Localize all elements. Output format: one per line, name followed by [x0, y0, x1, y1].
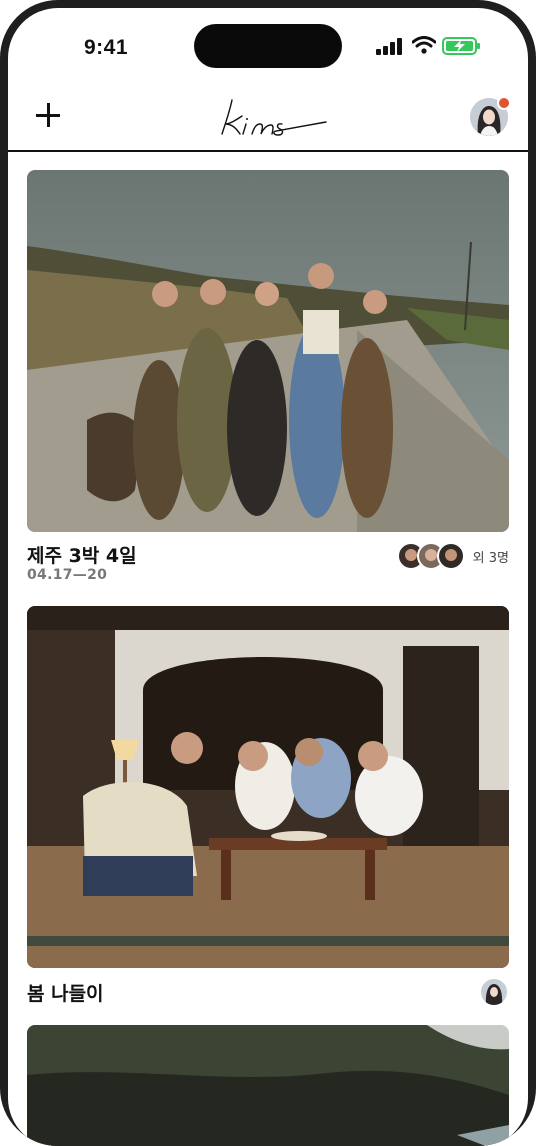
cellular-signal-icon	[376, 38, 402, 55]
album-dates: 04.17—20	[27, 567, 108, 583]
album-card[interactable]: 봄 나들이	[27, 606, 509, 1007]
album-photo-road-group	[27, 170, 509, 532]
battery-charging-icon	[442, 37, 480, 55]
album-photo-coastline	[27, 1025, 509, 1146]
album-members[interactable]: 외 3명	[396, 542, 509, 570]
album-card[interactable]: 제주 3박 4일 04.17—20 외 3명	[27, 170, 509, 583]
album-photo[interactable]	[27, 1025, 509, 1146]
members-more-count: 외 3명	[472, 550, 509, 566]
notification-dot	[497, 96, 511, 110]
member-avatar-3	[436, 542, 465, 570]
profile-button[interactable]	[470, 96, 511, 138]
app-screen: 9:41 kins	[8, 8, 528, 1146]
add-album-button[interactable]	[34, 101, 62, 129]
album-title: 제주 3박 4일	[27, 545, 137, 567]
device-frame: 9:41 kins	[0, 0, 536, 1146]
album-photo[interactable]	[27, 606, 509, 968]
album-title: 봄 나들이	[27, 983, 104, 1005]
status-time: 9:41	[84, 36, 129, 59]
dynamic-island	[194, 24, 342, 68]
member-avatar	[479, 977, 509, 1007]
wifi-icon	[412, 36, 436, 54]
album-feed: 제주 3박 4일 04.17—20 외 3명 봄 나들이	[8, 152, 528, 1146]
album-photo-living-room	[27, 606, 509, 968]
app-header: kins	[8, 88, 528, 152]
member-portrait-icon	[444, 549, 457, 561]
app-logo: kins	[216, 94, 336, 140]
member-portrait-icon	[485, 984, 503, 1005]
album-members[interactable]	[479, 977, 509, 1007]
album-photo[interactable]	[27, 170, 509, 532]
kins-wordmark	[221, 99, 327, 136]
status-bar: 9:41	[8, 8, 528, 86]
album-card[interactable]	[27, 1025, 509, 1146]
